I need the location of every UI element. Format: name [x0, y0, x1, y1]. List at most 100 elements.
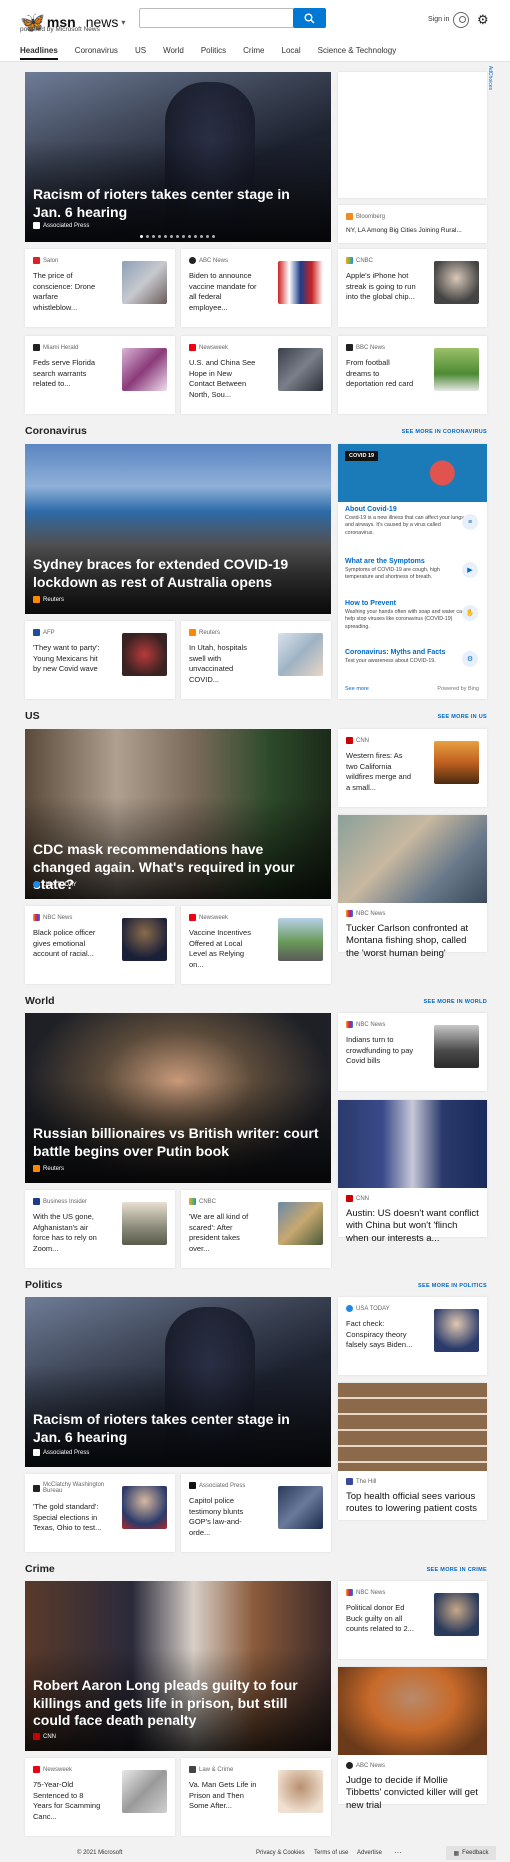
news-card[interactable]: NBC News Black police officer gives emot…	[25, 906, 175, 984]
covid-symptoms[interactable]: What are the Symptoms Symptoms of COVID-…	[345, 558, 465, 582]
news-card[interactable]: NBC News Political donor Ed Buck guilty …	[338, 1581, 487, 1659]
tab-local[interactable]: Local	[282, 46, 301, 60]
card-title[interactable]: Austin: US doesn't want conflict with Ch…	[346, 1208, 481, 1245]
covid-about[interactable]: About Covid-19 Covid-19 is a new illness…	[345, 506, 465, 537]
news-card[interactable]: Miami Herald Feds serve Florida search w…	[25, 336, 175, 414]
news-card[interactable]: CNBC Apple's iPhone hot streak is going …	[338, 249, 487, 327]
search-button[interactable]	[293, 8, 326, 28]
card-title[interactable]: Indians turn to crowdfunding to pay Covi…	[346, 1035, 416, 1067]
see-more-us[interactable]: SEE MORE IN US	[438, 714, 487, 720]
card-title[interactable]: Apple's iPhone hot streak is going to ru…	[346, 271, 416, 303]
card-title[interactable]: Fact check: Conspiracy theory falsely sa…	[346, 1319, 416, 1351]
news-card[interactable]: CNN Western fires: As two California wil…	[338, 729, 487, 807]
advertise-link[interactable]: Advertise	[357, 1850, 382, 1856]
card-title[interactable]: U.S. and China See Hope in New Contact B…	[189, 358, 259, 400]
news-card[interactable]: CNBC 'We are all kind of scared': After …	[181, 1190, 331, 1268]
tab-world[interactable]: World	[163, 46, 184, 60]
covid-about-icon[interactable]: ≡	[462, 514, 478, 530]
see-more-coronavirus[interactable]: SEE MORE IN CORONAVIRUS	[402, 429, 487, 435]
card-title[interactable]: NY, LA Among Big Cities Joining Rural...	[346, 227, 462, 234]
more-menu-icon[interactable]: ···	[394, 1848, 402, 1857]
news-card[interactable]: Newsweek Vaccine Incentives Offered at L…	[181, 906, 331, 984]
avatar-icon[interactable]	[453, 12, 469, 28]
news-card[interactable]: BBC News From football dreams to deporta…	[338, 336, 487, 414]
tab-science-technology[interactable]: Science & Technology	[318, 46, 397, 60]
card-title[interactable]: Black police officer gives emotional acc…	[33, 928, 103, 960]
news-card[interactable]: AFP 'They want to party': Young Mexicans…	[25, 621, 175, 699]
card-title[interactable]: 'The gold standard': Special elections i…	[33, 1502, 103, 1534]
card-title[interactable]: Western fires: As two California wildfir…	[346, 751, 416, 793]
news-card[interactable]: USA TODAY Fact check: Conspiracy theory …	[338, 1297, 487, 1375]
carousel-dots[interactable]	[140, 235, 215, 238]
news-card[interactable]: Reuters In Utah, hospitals swell with un…	[181, 621, 331, 699]
crime-side-story[interactable]: ABC News Judge to decide if Mollie Tibbe…	[338, 1667, 487, 1811]
card-title[interactable]: From football dreams to deportation red …	[346, 358, 416, 390]
news-card[interactable]: Business Insider With the US gone, Afgha…	[25, 1190, 175, 1268]
covid-item-heading[interactable]: Coronavirus: Myths and Facts	[345, 649, 465, 656]
hero-title[interactable]: Russian billionaires vs British writer: …	[33, 1125, 321, 1160]
world-side-story[interactable]: CNN Austin: US doesn't want conflict wit…	[338, 1100, 487, 1244]
news-card[interactable]: NBC News Indians turn to crowdfunding to…	[338, 1013, 487, 1091]
sign-in-link[interactable]: Sign in	[428, 16, 449, 23]
politics-side-story[interactable]: The Hill Top health official sees variou…	[338, 1383, 487, 1520]
card-title[interactable]: With the US gone, Afghanistan's air forc…	[33, 1212, 103, 1254]
privacy-link[interactable]: Privacy & Cookies	[256, 1850, 305, 1856]
covid-myths-icon[interactable]: ⚙	[462, 651, 478, 667]
card-title[interactable]: Feds serve Florida search warrants relat…	[33, 358, 103, 390]
news-card[interactable]: Salon The price of conscience: Drone war…	[25, 249, 175, 327]
see-more-world[interactable]: SEE MORE IN WORLD	[424, 999, 487, 1005]
ad-slot[interactable]: AdChoices	[338, 66, 493, 198]
headline-side-card[interactable]: Bloomberg NY, LA Among Big Cities Joinin…	[338, 205, 487, 243]
gear-icon[interactable]: ⚙	[477, 12, 489, 28]
news-card[interactable]: Law & Crime Va. Man Gets Life in Prison …	[181, 1758, 331, 1836]
chevron-down-icon[interactable]: ▾	[121, 18, 125, 27]
hero-title[interactable]: Racism of rioters takes center stage in …	[33, 1411, 321, 1446]
world-hero[interactable]: Russian billionaires vs British writer: …	[25, 1013, 331, 1183]
hero-title[interactable]: Racism of rioters takes center stage in …	[33, 186, 321, 221]
tab-headlines[interactable]: Headlines	[20, 46, 58, 60]
headline-hero[interactable]: Racism of rioters takes center stage in …	[25, 72, 331, 242]
see-more-politics[interactable]: SEE MORE IN POLITICS	[418, 1283, 487, 1289]
adchoices-label[interactable]: AdChoices	[487, 66, 493, 90]
card-title[interactable]: 'We are all kind of scared': After presi…	[189, 1212, 259, 1254]
us-hero[interactable]: CDC mask recommendations have changed ag…	[25, 729, 331, 899]
tab-coronavirus[interactable]: Coronavirus	[75, 46, 118, 60]
news-card[interactable]: ABC News Biden to announce vaccine manda…	[181, 249, 331, 327]
covid-prevent[interactable]: How to Prevent Washing your hands often …	[345, 600, 465, 631]
feedback-button[interactable]: ▦ Feedback	[446, 1846, 496, 1860]
card-title[interactable]: Biden to announce vaccine mandate for al…	[189, 271, 259, 313]
covid-symptoms-icon[interactable]: ▶	[462, 562, 478, 578]
card-title[interactable]: The price of conscience: Drone warfare w…	[33, 271, 103, 313]
tab-politics[interactable]: Politics	[201, 46, 226, 60]
news-card[interactable]: McClatchy Washington Bureau 'The gold st…	[25, 1474, 175, 1552]
see-more-crime[interactable]: SEE MORE IN CRIME	[427, 1567, 487, 1573]
hero-title[interactable]: Robert Aaron Long pleads guilty to four …	[33, 1677, 321, 1730]
covid-prevent-icon[interactable]: ✋	[462, 605, 478, 621]
covid-see-more-link[interactable]: See more	[345, 686, 369, 692]
card-title[interactable]: Tucker Carlson confronted at Montana fis…	[346, 923, 481, 960]
news-card[interactable]: Newsweek U.S. and China See Hope in New …	[181, 336, 331, 414]
crime-hero[interactable]: Robert Aaron Long pleads guilty to four …	[25, 1581, 331, 1751]
card-title[interactable]: 'They want to party': Young Mexicans hit…	[33, 643, 103, 675]
terms-link[interactable]: Terms of use	[314, 1850, 348, 1856]
covid-myths[interactable]: Coronavirus: Myths and Facts Test your a…	[345, 649, 465, 665]
card-title[interactable]: 75-Year-Old Sentenced to 8 Years for Sca…	[33, 1780, 103, 1822]
search-input[interactable]	[139, 8, 294, 28]
card-title[interactable]: Judge to decide if Mollie Tibbetts' conv…	[346, 1775, 481, 1812]
tab-us[interactable]: US	[135, 46, 146, 60]
covid-item-heading[interactable]: About Covid-19	[345, 506, 465, 513]
coronavirus-hero[interactable]: Sydney braces for extended COVID-19 lock…	[25, 444, 331, 614]
card-title[interactable]: Political donor Ed Buck guilty on all co…	[346, 1603, 416, 1635]
politics-hero[interactable]: Racism of rioters takes center stage in …	[25, 1297, 331, 1467]
card-title[interactable]: Vaccine Incentives Offered at Local Leve…	[189, 928, 259, 970]
card-title[interactable]: In Utah, hospitals swell with unvaccinat…	[189, 643, 259, 685]
covid-item-heading[interactable]: How to Prevent	[345, 600, 465, 607]
covid-item-heading[interactable]: What are the Symptoms	[345, 558, 465, 565]
us-side-story[interactable]: NBC News Tucker Carlson confronted at Mo…	[338, 815, 487, 959]
card-title[interactable]: Va. Man Gets Life in Prison and Then Som…	[189, 1780, 259, 1812]
card-title[interactable]: Capitol police testimony blunts GOP's la…	[189, 1496, 259, 1538]
news-card[interactable]: Newsweek 75-Year-Old Sentenced to 8 Year…	[25, 1758, 175, 1836]
hero-title[interactable]: Sydney braces for extended COVID-19 lock…	[33, 556, 321, 591]
tab-crime[interactable]: Crime	[243, 46, 264, 60]
news-card[interactable]: Associated Press Capitol police testimon…	[181, 1474, 331, 1552]
